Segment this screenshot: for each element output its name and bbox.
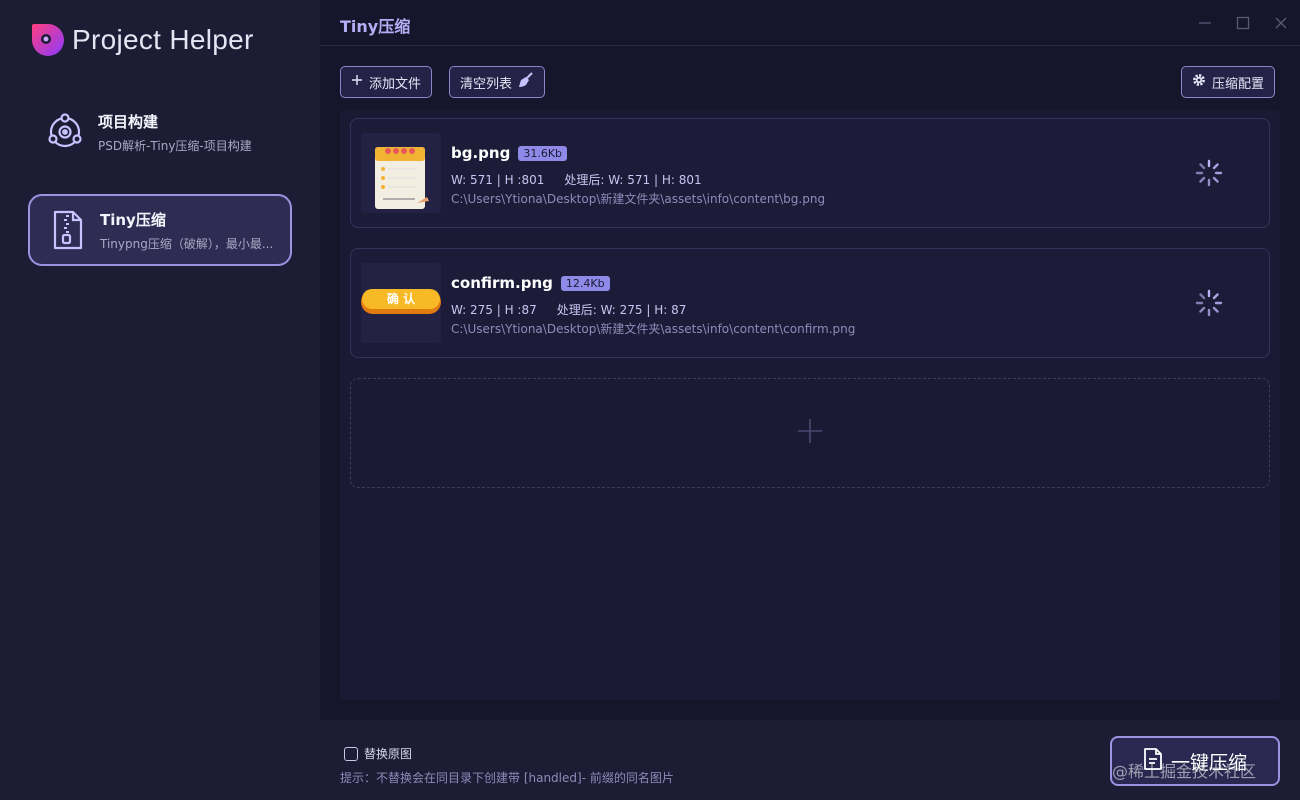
sidebar-item-subtitle: Tinypng压缩（破解），最小最...	[100, 236, 274, 251]
file-dimensions: W: 275 | H :87 处理后: W: 275 | H: 87	[451, 301, 686, 318]
file-dimensions: W: 571 | H :801 处理后: W: 571 | H: 801	[451, 171, 702, 188]
compress-config-button[interactable]: 压缩配置	[1181, 66, 1276, 98]
replace-original-label: 替换原图	[364, 747, 413, 761]
file-list: bg.png 31.6Kb W: 571 | H :801 处理后: W: 571…	[340, 110, 1280, 700]
compress-config-label: 压缩配置	[1212, 76, 1265, 92]
window-title: Tiny压缩	[340, 17, 411, 36]
sidebar-item-subtitle: PSD解析-Tiny压缩-项目构建	[98, 138, 252, 153]
clear-list-label: 清空列表	[460, 76, 513, 92]
file-name: bg.png 31.6Kb	[451, 144, 568, 162]
app-logo-icon	[30, 22, 66, 58]
plus-icon	[797, 418, 823, 448]
file-name-text: confirm.png	[451, 274, 553, 292]
dims-before: W: 571 | H :801	[451, 173, 545, 187]
sidebar-item-title: Tiny压缩	[100, 210, 166, 229]
add-file-dropzone[interactable]	[350, 378, 1270, 488]
file-name-text: bg.png	[451, 144, 511, 162]
add-file-button[interactable]: 添加文件	[340, 66, 433, 98]
sidebar-item-project-build[interactable]: 项目构建 PSD解析-Tiny压缩-项目构建	[28, 96, 292, 168]
replace-original-toggle[interactable]: 替换原图	[344, 745, 412, 762]
sidebar-item-tiny-compress[interactable]: Tiny压缩 Tinypng压缩（破解），最小最...	[28, 194, 292, 266]
file-card: bg.png 31.6Kb W: 571 | H :801 处理后: W: 571…	[350, 118, 1270, 228]
file-path: C:\Users\Ytiona\Desktop\新建文件夹\assets\inf…	[451, 322, 856, 336]
broom-icon	[518, 72, 534, 92]
footer: 替换原图 提示：不替换会在同目录下创建带 [handled]- 前缀的同名图片 …	[320, 720, 1300, 800]
clear-list-button[interactable]: 清空列表	[449, 66, 546, 98]
file-thumbnail	[361, 133, 441, 213]
maximize-icon[interactable]	[1234, 14, 1252, 32]
close-icon[interactable]	[1272, 14, 1290, 32]
dims-after: 处理后: W: 571 | H: 801	[564, 173, 702, 187]
dims-after: 处理后: W: 275 | H: 87	[556, 303, 687, 317]
dims-before: W: 275 | H :87	[451, 303, 537, 317]
titlebar: Tiny压缩	[320, 0, 1300, 46]
gear-network-icon	[44, 111, 86, 153]
file-name: confirm.png 12.4Kb	[451, 274, 610, 292]
file-size-badge: 31.6Kb	[518, 145, 568, 161]
gear-icon	[1192, 73, 1206, 91]
minimize-icon[interactable]	[1196, 14, 1214, 32]
thumbnail-label: 确 认	[386, 292, 416, 306]
file-card: 确 认 confirm.png 12.4Kb W: 275 | H :87 处理后…	[350, 248, 1270, 358]
sidebar: Project Helper 项目构建 PSD解析-Tiny压缩-项目构建 Ti…	[0, 0, 320, 800]
replace-original-checkbox[interactable]	[344, 746, 358, 761]
app-title: Project Helper	[72, 24, 254, 55]
hint-text: 提示：不替换会在同目录下创建带 [handled]- 前缀的同名图片	[340, 771, 674, 785]
add-file-label: 添加文件	[369, 76, 422, 92]
loading-spinner-icon	[1195, 159, 1223, 187]
watermark: @稀土掘金技术社区	[1112, 762, 1257, 781]
sidebar-item-title: 项目构建	[98, 112, 159, 131]
file-size-badge: 12.4Kb	[560, 275, 610, 291]
file-thumbnail: 确 认	[361, 263, 441, 343]
loading-spinner-icon	[1195, 289, 1223, 317]
plus-icon	[351, 74, 363, 90]
file-path: C:\Users\Ytiona\Desktop\新建文件夹\assets\inf…	[451, 192, 826, 206]
brand: Project Helper	[30, 20, 254, 60]
zip-file-icon	[46, 209, 88, 251]
main-area: Tiny压缩 添加文件 清空列表 压缩配置 bg.png 31.6Kb W: 5…	[320, 0, 1300, 800]
